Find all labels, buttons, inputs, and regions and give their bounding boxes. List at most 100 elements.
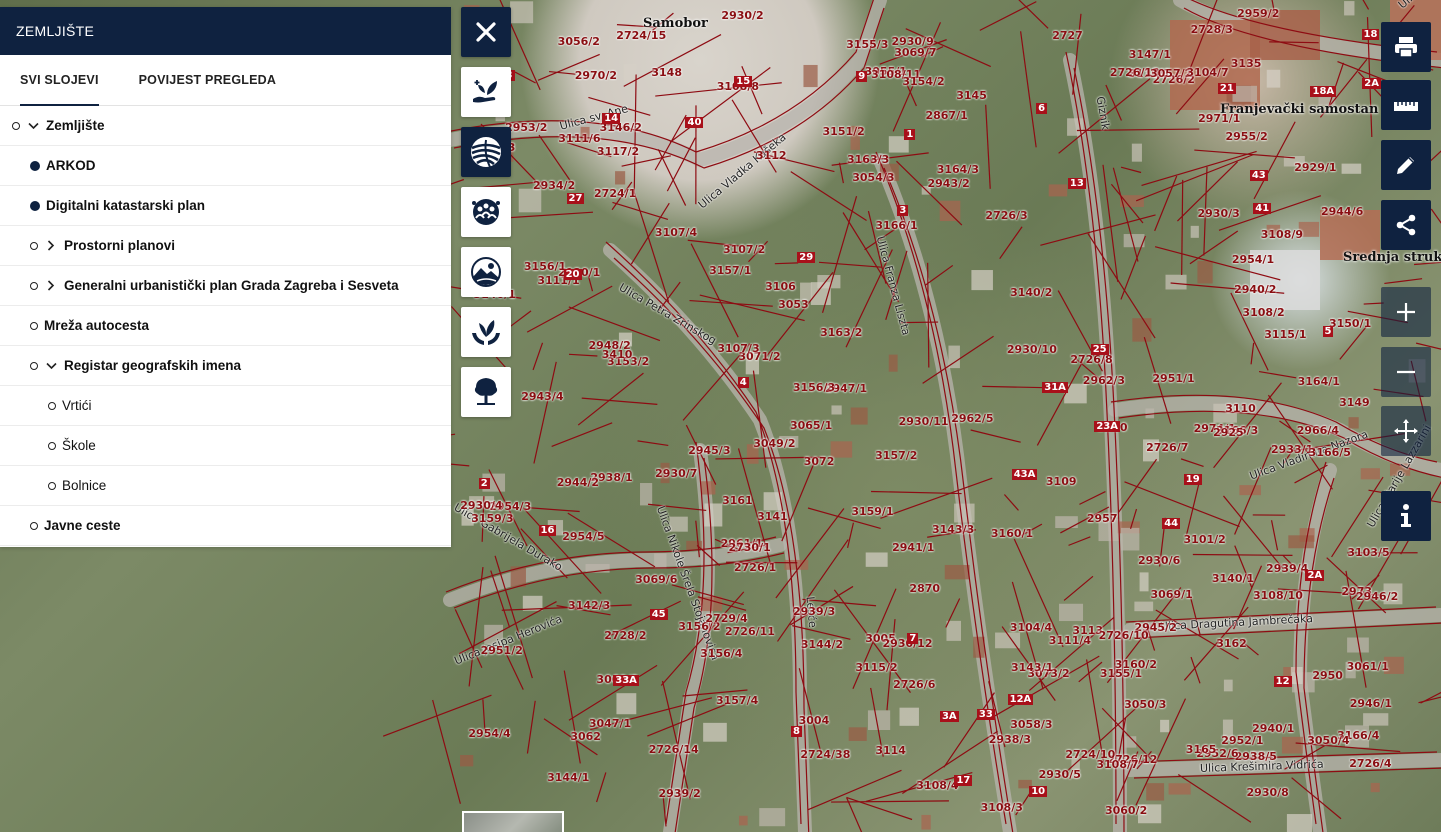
house-number: 45 <box>649 608 668 620</box>
parcel-number: 2944/6 <box>1320 204 1364 218</box>
parcel-number: 3049/2 <box>753 437 796 451</box>
parcel-boundary <box>449 463 470 467</box>
layer-visibility-toggle[interactable] <box>30 321 38 330</box>
layer-visibility-toggle[interactable] <box>30 361 38 370</box>
layer-row[interactable]: Prostorni planovi <box>0 226 451 266</box>
layer-row[interactable]: Bolnice <box>0 466 451 506</box>
parcel-boundary <box>1420 691 1441 704</box>
parcel-number: 2950 <box>1312 669 1343 683</box>
zoom-in-button[interactable] <box>1381 287 1431 337</box>
layer-row[interactable]: Mreža autocesta <box>0 306 451 346</box>
plant-hand-icon <box>473 80 497 103</box>
building <box>921 814 931 830</box>
building <box>939 200 961 222</box>
chevron-down-icon[interactable] <box>44 359 58 373</box>
building <box>1132 318 1152 342</box>
house-number: 17 <box>954 774 973 786</box>
measure-button[interactable] <box>1381 80 1431 130</box>
layer-row[interactable]: Javne ceste <box>0 506 451 546</box>
layer-visibility-toggle[interactable] <box>48 401 56 410</box>
house-number: 16 <box>538 525 557 537</box>
share-button[interactable] <box>1381 200 1431 250</box>
parcel-number: 3062 <box>570 730 601 744</box>
house-number: 7 <box>907 633 919 645</box>
layer-visibility-toggle[interactable] <box>12 121 20 130</box>
house-number: 9 <box>856 71 868 83</box>
forest-theme-button[interactable] <box>461 367 511 417</box>
parcel-boundary <box>1177 774 1252 823</box>
parcel-boundary <box>509 310 532 328</box>
parcel-number: 3108/4 <box>916 779 959 793</box>
parcel-number: 2728/2 <box>604 628 647 642</box>
layer-visibility-toggle[interactable] <box>48 481 56 490</box>
chevron-down-icon[interactable] <box>26 119 40 133</box>
parcel-boundary <box>1020 31 1037 148</box>
nature-theme-button[interactable] <box>461 307 511 357</box>
layer-row[interactable]: Vrtići <box>0 386 451 426</box>
chevron-right-icon[interactable] <box>44 279 58 293</box>
parcel-number: 2930/7 <box>655 467 698 481</box>
layer-row[interactable]: Digitalni katastarski plan <box>0 186 451 226</box>
draw-button[interactable] <box>1381 140 1431 190</box>
parcel-number: 2953/2 <box>505 121 548 135</box>
layer-row[interactable]: Zemljište <box>0 106 451 146</box>
print-button[interactable] <box>1381 22 1431 72</box>
farmland-icon <box>471 137 501 168</box>
building <box>865 552 888 567</box>
land-theme-button[interactable] <box>461 127 511 177</box>
layer-row[interactable]: ARKOD <box>0 146 451 186</box>
house-number: 6 <box>1036 102 1048 114</box>
house-number: 2A <box>1362 78 1381 90</box>
parcel-number: 3148 <box>651 65 682 79</box>
layer-row[interactable]: Registar geografskih imena <box>0 346 451 386</box>
parcel-number: 3108/7 <box>1096 757 1139 771</box>
population-theme-button[interactable] <box>461 187 511 237</box>
chevron-right-icon[interactable] <box>44 239 58 253</box>
building <box>1058 603 1084 622</box>
house-number: 1 <box>904 129 916 141</box>
building <box>1190 225 1199 238</box>
house-number: 33 <box>976 709 995 721</box>
parcel-boundary <box>925 264 954 286</box>
agriculture-theme-button[interactable] <box>461 67 511 117</box>
layer-visibility-toggle[interactable] <box>30 281 38 290</box>
layer-row[interactable]: Škole <box>0 426 451 466</box>
layer-visibility-toggle[interactable] <box>30 160 40 171</box>
layer-visibility-toggle[interactable] <box>30 521 38 530</box>
parcel-boundary <box>970 429 1021 443</box>
overview-minimap[interactable] <box>462 811 564 832</box>
layer-visibility-toggle[interactable] <box>30 241 38 250</box>
building <box>759 808 786 827</box>
place-label: Franjevački samostan <box>1220 102 1379 117</box>
layer-visibility-toggle[interactable] <box>48 441 56 450</box>
parcel-number: 3143/3 <box>931 522 975 536</box>
parcel-number: 2930/4 <box>460 499 503 513</box>
parcel-number: 3159/1 <box>851 505 894 519</box>
parcel-number: 3069/6 <box>635 573 678 587</box>
environment-theme-button[interactable] <box>461 247 511 297</box>
building <box>686 540 703 551</box>
parcel-number: 3053 <box>778 298 809 312</box>
layer-row[interactable]: Generalni urbanistički plan Grada Zagreb… <box>0 266 451 306</box>
parcel-number: 3111/6 <box>558 131 601 145</box>
layer-visibility-toggle[interactable] <box>30 200 40 211</box>
road <box>1063 53 1127 832</box>
tab-view-history[interactable]: POVIJEST PREGLEDA <box>119 55 296 105</box>
info-button[interactable] <box>1381 491 1431 541</box>
house-number: 27 <box>566 193 585 205</box>
parcel-number: 3117/2 <box>596 145 640 159</box>
house-number: 43A <box>1011 468 1038 480</box>
building <box>1160 719 1170 733</box>
zoom-out-button[interactable] <box>1381 347 1431 397</box>
parcel-number: 3157/1 <box>709 263 752 277</box>
parcel-number: 3108/2 <box>1242 305 1285 319</box>
parcel-number: 2929/1 <box>1294 161 1337 175</box>
building <box>803 64 818 88</box>
parcel-boundary <box>1003 494 1019 511</box>
close-panel-button[interactable] <box>461 7 511 57</box>
building <box>1344 1 1355 16</box>
parcel-number: 3069/1 <box>1150 588 1193 602</box>
tab-all-layers[interactable]: SVI SLOJEVI <box>0 55 119 106</box>
pan-button[interactable] <box>1381 406 1431 456</box>
road <box>873 153 1017 832</box>
